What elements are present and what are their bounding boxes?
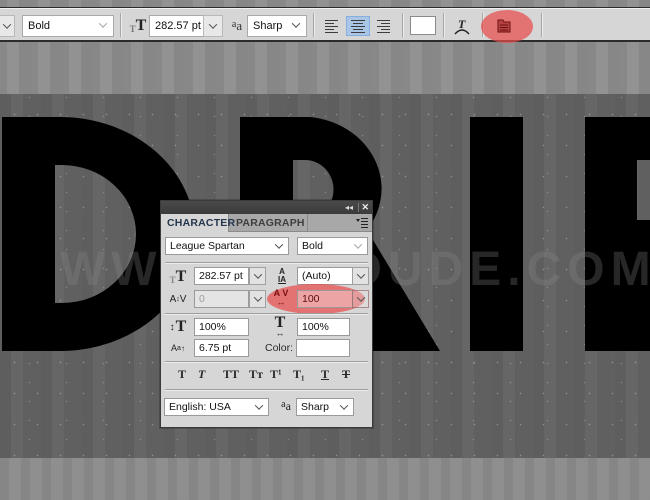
leading-dropdown[interactable] (352, 267, 369, 285)
close-icon[interactable]: ✕ (361, 201, 369, 214)
anti-alias-icon: aa (281, 398, 291, 413)
font-size-icon: TT (169, 268, 187, 285)
superscript-button[interactable]: T¹ (270, 367, 282, 382)
tracking-value: 100 (302, 293, 320, 305)
panel-menu-icon[interactable] (356, 218, 368, 228)
leading-icon: A IA (278, 267, 286, 284)
align-center-button[interactable] (346, 16, 370, 36)
warp-text-icon: T (454, 17, 470, 35)
vertical-scale-value: 100% (199, 321, 226, 333)
titlebar-separator (358, 203, 359, 212)
chevron-down-icon (274, 240, 284, 249)
align-right-button[interactable] (373, 16, 393, 36)
faux-bold-button[interactable]: T (178, 367, 186, 382)
baseline-shift-field[interactable]: 6.75 pt (194, 339, 249, 357)
font-size-field[interactable]: 282.57 pt (194, 267, 249, 285)
kerning-value: 0 (199, 293, 205, 305)
collapse-panel-icon[interactable]: ◂◂ (345, 201, 353, 214)
chevron-down-icon (339, 401, 349, 410)
subscript-button[interactable]: T₁ (293, 367, 305, 382)
font-size-icon: TT (129, 17, 147, 34)
panel-titlebar[interactable]: ◂◂ ✕ (161, 201, 372, 214)
style-buttons-row: T T TT Tт T¹ T₁ T T (161, 367, 372, 383)
color-swatch[interactable] (296, 339, 350, 357)
font-family-value: League Spartan (170, 240, 245, 252)
chevron-down-icon (208, 20, 218, 29)
text-color-swatch[interactable] (410, 16, 436, 35)
divider (165, 361, 368, 362)
character-paragraph-panel-icon (497, 19, 511, 33)
vertical-scale-field[interactable]: 100% (194, 318, 249, 336)
separator (120, 13, 121, 37)
vertical-scale-icon: ↕ T (169, 318, 187, 335)
separator (443, 13, 444, 37)
anti-alias-dropdown[interactable]: Sharp (296, 398, 354, 416)
tracking-icon: A V ↔ (273, 288, 289, 307)
horizontal-scale-value: 100% (302, 321, 329, 333)
separator (402, 13, 403, 37)
underline-button[interactable]: T (321, 367, 329, 382)
tracking-dropdown[interactable] (352, 290, 369, 308)
anti-alias-value: Sharp (301, 401, 330, 413)
kerning-field[interactable]: 0 (194, 290, 249, 308)
font-style-field[interactable]: Bold (22, 15, 114, 37)
font-size-value: 282.57 pt (155, 20, 201, 32)
chevron-down-icon (253, 293, 262, 302)
font-style-value: Bold (302, 240, 324, 252)
chevron-down-icon (291, 19, 301, 28)
all-caps-button[interactable]: TT (223, 367, 239, 382)
divider (165, 389, 368, 390)
align-left-button[interactable] (322, 16, 342, 36)
font-size-dropdown[interactable] (203, 15, 223, 37)
separator (313, 13, 314, 37)
language-dropdown[interactable]: English: USA (164, 398, 269, 416)
font-family-dropdown[interactable]: League Spartan (165, 237, 289, 255)
kerning-icon: A ↕ V (169, 293, 187, 305)
anti-alias-dropdown[interactable]: Sharp (247, 15, 307, 37)
chevron-down-icon (356, 270, 365, 279)
svg-text:T: T (458, 17, 466, 31)
leading-value: (Auto) (302, 270, 331, 282)
chevron-down-icon (356, 293, 365, 302)
separator (541, 13, 542, 37)
chevron-down-icon (98, 19, 108, 28)
language-value: English: USA (169, 401, 231, 413)
baseline-shift-value: 6.75 pt (199, 342, 232, 354)
horizontal-scale-field[interactable]: 100% (297, 318, 350, 336)
character-panel: ◂◂ ✕ CHARACTER PARAGRAPH League Spartan … (160, 200, 373, 428)
font-family-dropdown[interactable] (0, 15, 15, 37)
font-size-value: 282.57 pt (199, 270, 243, 282)
warp-text-button[interactable]: T (451, 15, 473, 37)
font-style-dropdown[interactable]: Bold (297, 237, 368, 255)
panel-tabs: CHARACTER PARAGRAPH (161, 214, 372, 232)
faux-italic-button[interactable]: T (198, 367, 205, 382)
tab-character[interactable]: CHARACTER (161, 214, 235, 232)
kerning-dropdown[interactable] (249, 290, 266, 308)
chevron-down-icon (253, 270, 262, 279)
divider (165, 313, 368, 314)
glyph-p (585, 117, 650, 351)
chevron-down-icon (2, 20, 12, 29)
small-caps-button[interactable]: Tт (249, 367, 263, 382)
divider (165, 262, 368, 263)
options-bar: Bold TT 282.57 pt aa Sharp T (0, 8, 650, 43)
tracking-field[interactable]: 100 (297, 290, 353, 308)
baseline-shift-icon: Aa ↑ (171, 343, 185, 353)
tab-paragraph[interactable]: PARAGRAPH (230, 214, 308, 232)
horizontal-scale-icon: T ↔ (274, 314, 286, 338)
color-label: Color: (265, 342, 294, 354)
anti-alias-value: Sharp (253, 20, 283, 32)
glyph-i (470, 117, 523, 351)
font-style-value: Bold (28, 20, 51, 32)
leading-field[interactable]: (Auto) (297, 267, 353, 285)
font-size-field[interactable]: 282.57 pt (149, 15, 204, 37)
toggle-character-panel-button[interactable] (495, 17, 513, 35)
chevron-down-icon (353, 240, 363, 249)
chevron-down-icon (254, 401, 264, 410)
font-size-dropdown[interactable] (249, 267, 266, 285)
anti-alias-icon: aa (231, 18, 243, 33)
strikethrough-button[interactable]: T (342, 367, 350, 382)
